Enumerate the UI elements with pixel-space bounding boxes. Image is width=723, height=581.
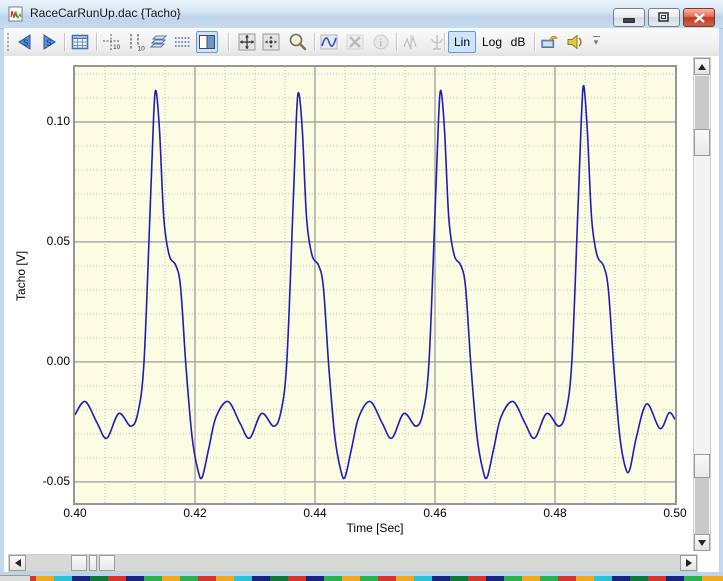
log-scale-button[interactable]: Log	[478, 31, 506, 53]
overflow-bar	[593, 36, 600, 37]
svg-text:10: 10	[113, 44, 121, 51]
vertical-scroll-handle-top[interactable]	[694, 129, 710, 156]
scroll-left-icon	[11, 559, 21, 567]
delete-wave-icon	[345, 33, 365, 51]
plot-client-area: Tacho [V] 0.10 0.05 0.00 -0.05 0.40 0.42 0.44…	[4, 56, 719, 572]
edit-wave-icon	[319, 33, 339, 51]
horizontal-scroll-handle-left[interactable]	[71, 555, 87, 571]
close-button[interactable]	[683, 8, 715, 27]
x-tick-label: 0.40	[63, 506, 86, 520]
restore-button[interactable]	[648, 8, 680, 27]
app-icon	[8, 6, 24, 22]
magnifier-button[interactable]	[286, 31, 308, 53]
scroll-up-icon	[698, 60, 706, 70]
x-tick-label: 0.44	[303, 506, 326, 520]
x-tick-label: 0.46	[423, 506, 446, 520]
plot-svg	[75, 67, 675, 503]
y-axis-title: Tacho [V]	[14, 271, 28, 301]
toolbar-separator	[314, 33, 316, 51]
split-view-icon	[198, 34, 216, 50]
toolbar-grip[interactable]	[7, 33, 12, 51]
x-axis-title: Time [Sec]	[75, 521, 675, 535]
x-tick-label: 0.50	[663, 506, 686, 520]
scroll-down-button[interactable]	[694, 534, 710, 551]
series-tacho	[75, 86, 675, 479]
vertical-scroll-track[interactable]	[695, 478, 709, 534]
zoom-extents-button[interactable]	[236, 31, 258, 53]
vertical-scroll-handle-bottom[interactable]	[694, 454, 710, 478]
restore-icon	[658, 12, 670, 23]
x-tick-label: 0.42	[183, 506, 206, 520]
info-button[interactable]: i	[370, 31, 392, 53]
edit-wave-button[interactable]	[318, 31, 340, 53]
magnifier-icon	[287, 32, 307, 52]
single-cursor-icon: 10	[101, 32, 121, 52]
previous-section-icon: S	[15, 33, 35, 51]
dual-cursor-icon: 10	[125, 32, 145, 52]
svg-text:i: i	[379, 38, 382, 49]
waterfall-icon	[401, 33, 421, 51]
delete-wave-button[interactable]	[344, 31, 366, 53]
single-cursor-button[interactable]: 10	[100, 31, 122, 53]
window-title: RaceCarRunUp.dac {Tacho}	[30, 6, 181, 20]
export-to-office-icon	[540, 33, 560, 51]
info-icon: i	[372, 33, 390, 51]
close-icon	[694, 13, 705, 23]
title-bar[interactable]: RaceCarRunUp.dac {Tacho}	[0, 0, 723, 29]
y-tick-label: -0.05	[4, 474, 70, 488]
scroll-right-icon	[686, 559, 696, 567]
horizontal-scroll-handle-right[interactable]	[99, 555, 115, 571]
overlay-layers-icon	[149, 33, 169, 51]
zoom-extents-icon	[237, 32, 257, 52]
toolbar-separator	[396, 33, 398, 51]
play-audio-button[interactable]	[564, 31, 586, 53]
dotted-display-button[interactable]	[172, 31, 194, 53]
background-window-strip	[0, 576, 723, 581]
toolbar-separator	[64, 33, 66, 51]
dual-cursor-button[interactable]: 10	[124, 31, 146, 53]
play-audio-icon	[565, 33, 585, 51]
waterfall-button[interactable]	[400, 31, 422, 53]
horizontal-scroll-thumb[interactable]	[89, 555, 97, 571]
toolbar: S S 10 10	[4, 28, 719, 57]
x-tick-label: 0.48	[543, 506, 566, 520]
previous-section-button[interactable]: S	[14, 31, 36, 53]
toolbar-separator	[228, 33, 230, 51]
vertical-scroll-track[interactable]	[695, 76, 709, 129]
background-window-fragment	[0, 575, 30, 581]
toolbar-separator	[444, 33, 446, 51]
overlay-layers-button[interactable]	[148, 31, 170, 53]
scroll-down-icon	[698, 540, 706, 550]
svg-text:S: S	[23, 39, 28, 48]
svg-text:10: 10	[138, 46, 146, 53]
minimize-button[interactable]	[613, 8, 645, 27]
next-section-button[interactable]: S	[38, 31, 60, 53]
toolbar-overflow-button[interactable]: ▾	[590, 36, 602, 48]
worksheet-button[interactable]	[69, 31, 91, 53]
window: RaceCarRunUp.dac {Tacho} S S	[0, 0, 723, 581]
scroll-left-button[interactable]	[9, 555, 26, 571]
export-to-office-button[interactable]	[539, 31, 561, 53]
plot-area[interactable]	[73, 65, 677, 505]
split-view-button[interactable]	[196, 31, 218, 53]
horizontal-scrollbar[interactable]	[8, 554, 698, 572]
minimize-icon	[623, 18, 635, 23]
vertical-scrollbar[interactable]	[693, 57, 711, 551]
zoom-region-icon	[261, 32, 281, 52]
toolbar-separator	[534, 33, 536, 51]
worksheet-icon	[71, 33, 89, 51]
y-tick-label: 0.00	[4, 354, 70, 368]
db-scale-button[interactable]: dB	[506, 31, 530, 53]
zoom-region-button[interactable]	[260, 31, 282, 53]
toolbar-separator	[96, 33, 98, 51]
y-tick-label: 0.10	[4, 114, 70, 128]
scroll-right-button[interactable]	[680, 555, 697, 571]
dotted-display-icon	[173, 33, 193, 51]
scroll-up-button[interactable]	[694, 58, 710, 75]
lin-scale-button[interactable]: Lin	[448, 31, 476, 53]
y-tick-label: 0.05	[4, 234, 70, 248]
svg-text:S: S	[46, 39, 51, 48]
next-section-icon: S	[39, 33, 59, 51]
